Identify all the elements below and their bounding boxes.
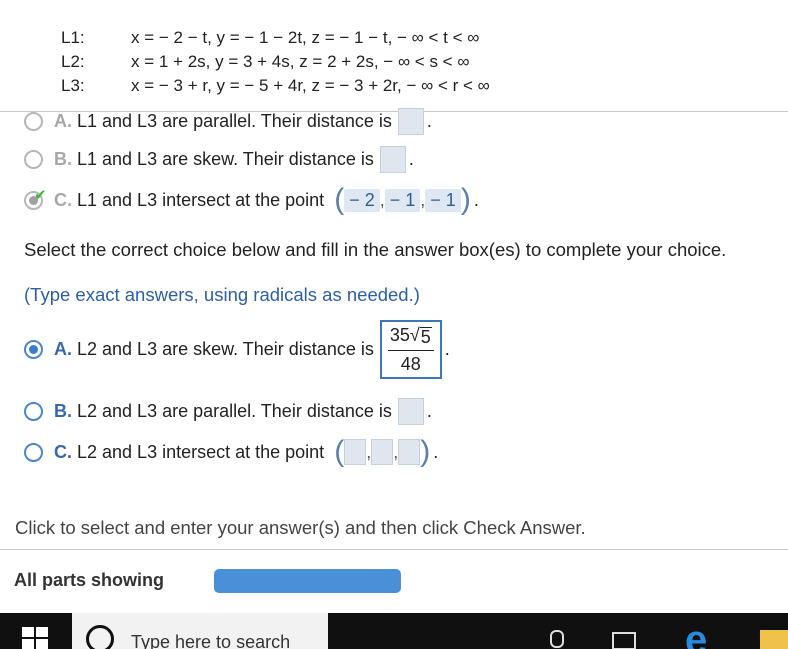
close-paren: ) (420, 435, 431, 468)
radio-button[interactable] (24, 402, 43, 421)
instructions: Select the correct choice below and fill… (24, 239, 727, 260)
radicand: 5 (419, 327, 432, 347)
choice-text: L2 and L3 intersect at the point (77, 441, 325, 462)
period: . (426, 401, 432, 421)
period: . (444, 339, 450, 359)
open-paren: ( (334, 435, 345, 468)
parts-status-label: All parts showing (14, 570, 165, 590)
part2-choice-b[interactable]: B. L2 and L3 are parallel. Their distanc… (24, 398, 432, 425)
microphone-icon[interactable] (550, 630, 564, 648)
search-placeholder: Type here to search (131, 632, 291, 649)
choice-letter: B. (54, 401, 72, 421)
part1-choice-c[interactable]: ✔ C. L1 and L3 intersect at the point ( … (24, 185, 479, 215)
radical-icon: √ (409, 325, 420, 345)
square-root: √ 5 (410, 325, 432, 346)
line-label: L3: (61, 76, 85, 95)
fraction-numerator: 35 √ 5 (387, 324, 434, 351)
choice-text: L1 and L3 are skew. Their distance is (77, 149, 374, 169)
choice-letter: C. (54, 189, 72, 210)
choice-letter: A. (54, 339, 72, 359)
part1-choice-a[interactable]: A. L1 and L3 are parallel. Their distanc… (24, 108, 432, 135)
line-l3: L3: x = − 3 + r, y = − 5 + 4r, z = − 3 +… (61, 74, 490, 98)
file-explorer-icon[interactable] (760, 630, 788, 649)
point-y-box[interactable] (371, 439, 394, 465)
progress-bar (214, 569, 401, 593)
point-z-answer[interactable]: − 1 (425, 188, 461, 212)
radio-button[interactable] (24, 442, 43, 462)
line-label: L2: (61, 52, 85, 71)
answer-box[interactable] (397, 108, 424, 135)
line-label: L1: (61, 28, 85, 47)
line-equation: x = − 2 − t, y = − 1 − 2t, z = − 1 − t, … (131, 28, 480, 47)
choice-letter: C. (54, 441, 72, 462)
edge-browser-icon[interactable]: e (685, 620, 707, 649)
choice-letter: A. (54, 111, 72, 131)
radio-button[interactable] (24, 112, 43, 131)
point-x-answer[interactable]: − 2 (344, 188, 380, 212)
choice-letter: B. (54, 149, 72, 169)
choice-text: L2 and L3 are skew. Their distance is (77, 339, 374, 359)
point-x-box[interactable] (344, 439, 367, 465)
period: . (473, 189, 479, 210)
answer-hint: (Type exact answers, using radicals as n… (24, 284, 420, 305)
line-equation: x = 1 + 2s, y = 3 + 4s, z = 2 + 2s, − ∞ … (131, 52, 470, 71)
fraction-denominator: 48 (400, 354, 421, 374)
fraction-answer-box[interactable]: 35 √ 5 48 (379, 320, 442, 379)
footer-instructions: Click to select and enter your answer(s)… (15, 517, 586, 538)
radio-button-selected[interactable] (24, 340, 43, 359)
open-paren: ( (334, 183, 345, 216)
numerator-coefficient: 35 (389, 325, 410, 345)
line-l1: L1: x = − 2 − t, y = − 1 − 2t, z = − 1 −… (61, 26, 490, 50)
windows-start-icon[interactable] (22, 627, 48, 649)
part2-choice-a[interactable]: A. L2 and L3 are skew. Their distance is… (24, 320, 450, 379)
answer-box[interactable] (379, 146, 406, 173)
line-l2: L2: x = 1 + 2s, y = 3 + 4s, z = 2 + 2s, … (61, 50, 490, 74)
period: . (408, 149, 414, 169)
radio-button[interactable] (24, 150, 43, 169)
choice-text: L1 and L3 intersect at the point (77, 189, 325, 210)
cortana-icon[interactable] (86, 625, 114, 649)
close-paren: ) (460, 183, 471, 216)
line-equations: L1: x = − 2 − t, y = − 1 − 2t, z = − 1 −… (61, 26, 490, 98)
divider (0, 549, 788, 550)
period: . (433, 441, 439, 462)
line-equation: x = − 3 + r, y = − 5 + 4r, z = − 3 + 2r,… (131, 76, 490, 95)
choice-text: L1 and L3 are parallel. Their distance i… (77, 111, 392, 131)
task-view-icon[interactable] (612, 632, 636, 649)
period: . (426, 111, 432, 131)
choice-text: L2 and L3 are parallel. Their distance i… (77, 401, 392, 421)
point-z-box[interactable] (398, 439, 421, 465)
part2-choice-c[interactable]: C. L2 and L3 intersect at the point ( , … (24, 437, 438, 467)
comma: , (379, 189, 385, 210)
part1-choice-b[interactable]: B. L1 and L3 are skew. Their distance is… (24, 146, 414, 173)
point-y-answer[interactable]: − 1 (384, 188, 421, 212)
checkmark-icon: ✔ (34, 186, 47, 204)
radio-button[interactable]: ✔ (24, 187, 47, 210)
answer-box[interactable] (397, 398, 424, 425)
